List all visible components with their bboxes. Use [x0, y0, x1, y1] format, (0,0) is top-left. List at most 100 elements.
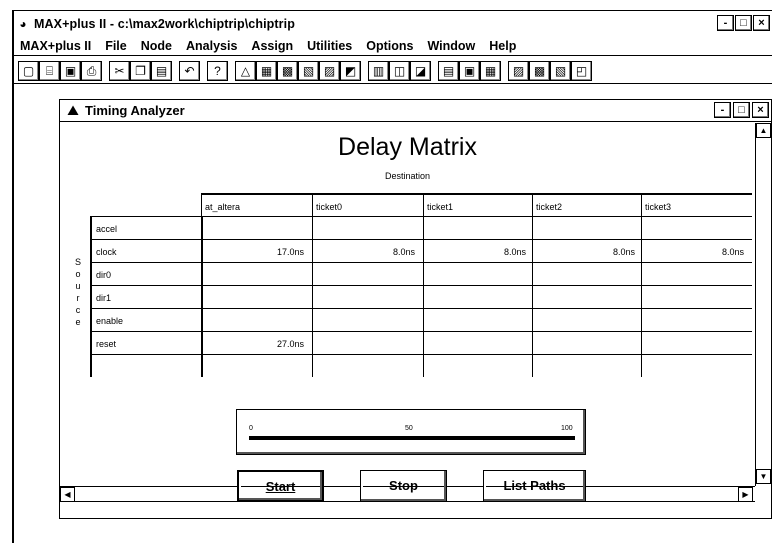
matrix-cell[interactable]: [201, 285, 312, 308]
report-icon[interactable]: ▣: [459, 60, 480, 81]
matrix-cell[interactable]: [532, 354, 643, 377]
matrix-cell[interactable]: [641, 354, 752, 377]
matrix-cell[interactable]: [641, 331, 752, 354]
column-header[interactable]: ticket0: [312, 193, 423, 216]
cut-icon[interactable]: ✂: [109, 60, 130, 81]
matrix-cell[interactable]: [201, 308, 312, 331]
open-icon[interactable]: ⌸: [39, 60, 60, 81]
matrix-cell[interactable]: 8.0ns: [641, 239, 752, 262]
menu-utilities[interactable]: Utilities: [307, 39, 352, 53]
column-header[interactable]: at_altera: [201, 193, 312, 216]
save-icon[interactable]: ▣: [60, 60, 81, 81]
matrix-cell[interactable]: [532, 262, 643, 285]
column-header[interactable]: ticket1: [423, 193, 534, 216]
menu-options[interactable]: Options: [366, 39, 413, 53]
row-header[interactable]: accel: [90, 216, 201, 239]
graphic-editor-icon[interactable]: ◫: [389, 60, 410, 81]
assign-device-icon[interactable]: ▩: [529, 60, 550, 81]
menu-analysis[interactable]: Analysis: [186, 39, 237, 53]
scroll-up-arrow-icon[interactable]: ▲: [756, 123, 771, 138]
timing-icon[interactable]: ▨: [319, 60, 340, 81]
progress-track: [249, 436, 575, 440]
toolbar-group: ▨ ▩ ▧ ◰: [508, 60, 592, 81]
column-header[interactable]: ticket2: [532, 193, 643, 216]
matrix-cell[interactable]: [423, 262, 534, 285]
matrix-cell[interactable]: 27.0ns: [201, 331, 312, 354]
matrix-cell[interactable]: [201, 216, 312, 239]
assign-clique-icon[interactable]: ▧: [550, 60, 571, 81]
matrix-cell[interactable]: [312, 285, 423, 308]
matrix-cell[interactable]: [312, 216, 423, 239]
simulator-icon[interactable]: ▧: [298, 60, 319, 81]
help-icon[interactable]: ?: [207, 60, 228, 81]
matrix-cell[interactable]: [532, 331, 643, 354]
maximize-button[interactable]: □: [735, 15, 752, 31]
menu-maxplus[interactable]: MAX+plus II: [20, 39, 91, 53]
waveform-icon[interactable]: ▤: [438, 60, 459, 81]
toolbar-group: ▥ ◫ ◪: [368, 60, 431, 81]
vertical-scrollbar[interactable]: ▲ ▼: [755, 123, 771, 486]
text-editor-icon[interactable]: ◪: [410, 60, 431, 81]
matrix-cell[interactable]: [532, 285, 643, 308]
minimize-button[interactable]: -: [717, 15, 734, 31]
matrix-cell[interactable]: 8.0ns: [312, 239, 423, 262]
matrix-cell[interactable]: 8.0ns: [423, 239, 534, 262]
scroll-down-arrow-icon[interactable]: ▼: [756, 469, 771, 484]
menu-node[interactable]: Node: [141, 39, 172, 53]
matrix-cell[interactable]: [312, 331, 423, 354]
matrix-cell[interactable]: 17.0ns: [201, 239, 312, 262]
child-maximize-button[interactable]: □: [733, 102, 750, 118]
scroll-right-arrow-icon[interactable]: ▶: [738, 487, 753, 502]
scroll-left-arrow-icon[interactable]: ◀: [60, 487, 75, 502]
print-icon[interactable]: ⎙: [81, 60, 102, 81]
matrix-cell[interactable]: [641, 308, 752, 331]
menu-file[interactable]: File: [105, 39, 127, 53]
menu-assign[interactable]: Assign: [251, 39, 293, 53]
row-header[interactable]: enable: [90, 308, 201, 331]
assign-logic-icon[interactable]: ◰: [571, 60, 592, 81]
matrix-cell[interactable]: [423, 331, 534, 354]
matrix-cell[interactable]: [201, 354, 312, 377]
menu-help[interactable]: Help: [489, 39, 516, 53]
menu-window[interactable]: Window: [427, 39, 475, 53]
undo-icon[interactable]: ↶: [179, 60, 200, 81]
message-icon[interactable]: ▦: [480, 60, 501, 81]
floorplan-icon[interactable]: ▦: [256, 60, 277, 81]
row-header[interactable]: reset: [90, 331, 201, 354]
matrix-cell[interactable]: [312, 262, 423, 285]
start-button-label: Start: [265, 479, 296, 494]
start-button[interactable]: Start: [237, 470, 324, 502]
stop-button[interactable]: Stop: [360, 470, 447, 502]
matrix-cell[interactable]: [201, 262, 312, 285]
matrix-cell[interactable]: [641, 285, 752, 308]
matrix-cell[interactable]: [641, 216, 752, 239]
child-minimize-button[interactable]: -: [714, 102, 731, 118]
programmer-icon[interactable]: ◩: [340, 60, 361, 81]
column-header[interactable]: ticket3: [641, 193, 752, 216]
progress-tick-100: 100: [561, 425, 573, 432]
compiler-icon[interactable]: ▩: [277, 60, 298, 81]
row-header[interactable]: dir1: [90, 285, 201, 308]
symbol-editor-icon[interactable]: ▥: [368, 60, 389, 81]
matrix-cell[interactable]: [641, 262, 752, 285]
paste-icon[interactable]: ▤: [151, 60, 172, 81]
matrix-cell[interactable]: [423, 354, 534, 377]
matrix-cell[interactable]: [312, 308, 423, 331]
row-header[interactable]: [90, 354, 201, 377]
list-paths-button[interactable]: List Paths: [483, 470, 586, 502]
matrix-cell[interactable]: [423, 216, 534, 239]
copy-icon[interactable]: ❐: [130, 60, 151, 81]
matrix-cell[interactable]: [532, 308, 643, 331]
matrix-cell[interactable]: 8.0ns: [532, 239, 643, 262]
matrix-cell[interactable]: [532, 216, 643, 239]
child-close-button[interactable]: ×: [752, 102, 769, 118]
matrix-cell[interactable]: [423, 308, 534, 331]
matrix-cell[interactable]: [312, 354, 423, 377]
row-header[interactable]: dir0: [90, 262, 201, 285]
close-button[interactable]: ×: [753, 15, 770, 31]
matrix-cell[interactable]: [423, 285, 534, 308]
row-header[interactable]: clock: [90, 239, 201, 262]
assign-pin-icon[interactable]: ▨: [508, 60, 529, 81]
new-file-icon[interactable]: ▢: [18, 60, 39, 81]
hierarchy-icon[interactable]: △: [235, 60, 256, 81]
